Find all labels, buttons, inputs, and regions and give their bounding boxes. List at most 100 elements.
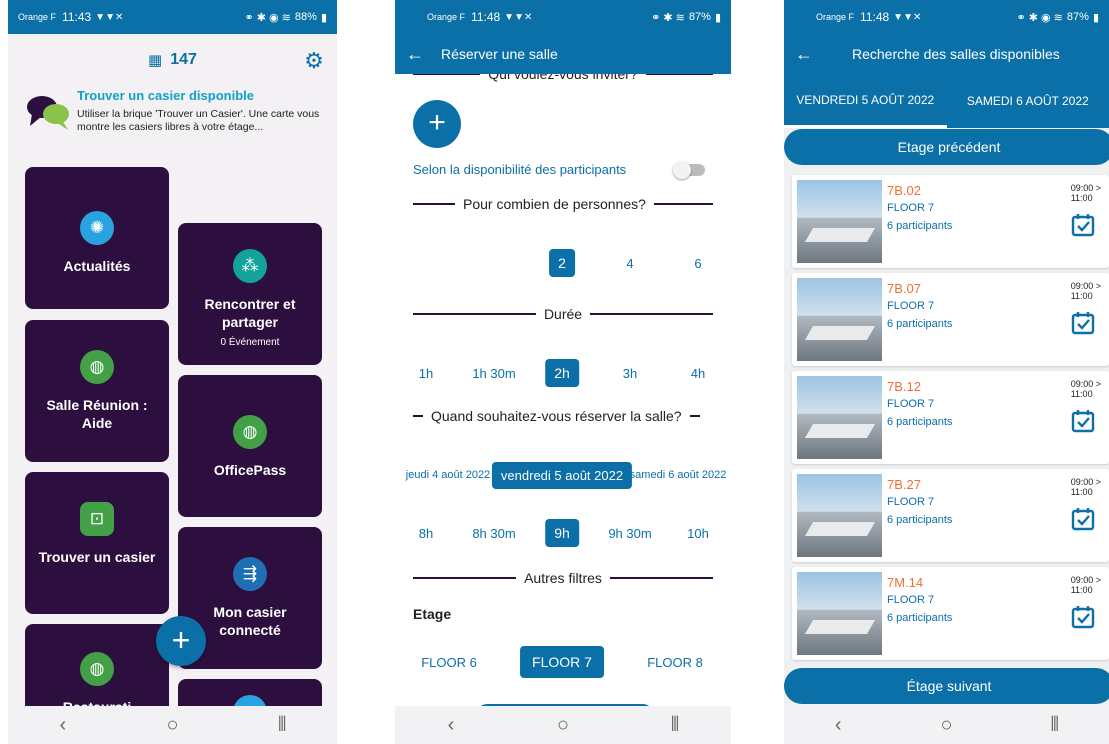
calendar-check-icon[interactable] xyxy=(1071,311,1095,335)
room-photo xyxy=(797,572,882,655)
time-option-9h30[interactable]: 9h 30m xyxy=(599,520,660,547)
tab-samedi[interactable]: SAMEDI 6 AOÛT 2022 xyxy=(947,74,1109,128)
room-floor: FLOOR 7 xyxy=(887,594,935,606)
room-photo xyxy=(797,474,882,557)
room-name: 7M.14 xyxy=(887,575,924,590)
slot-end: 11:00 xyxy=(1070,389,1093,399)
add-fab[interactable]: + xyxy=(156,616,206,666)
add-participant-button[interactable]: + xyxy=(413,100,461,148)
tile-actualites[interactable]: ✺ Actualités xyxy=(25,167,169,309)
back-arrow-icon[interactable]: ← xyxy=(395,44,435,65)
duration-option-2h[interactable]: 2h xyxy=(545,359,579,387)
room-timeslot: 09:00 >11:00 xyxy=(1071,575,1101,595)
system-icons: ⚭ ✱ ≋ 87% ▮ xyxy=(651,11,721,24)
page-title: Recherche des salles disponibles xyxy=(852,46,1060,62)
time-option-9h[interactable]: 9h xyxy=(545,519,579,547)
time-option-8h[interactable]: 8h xyxy=(410,520,442,547)
back-arrow-icon[interactable]: ← xyxy=(784,44,824,65)
status-bar: Orange F 11:48 ▼▼✕ ⚭ ✱ ◉ ≋ 87% ▮ xyxy=(784,0,1109,34)
date-tabs: VENDREDI 5 AOÛT 2022 SAMEDI 6 AOÛT 2022 xyxy=(784,74,1109,128)
calendar-check-icon[interactable] xyxy=(1071,605,1095,629)
nav-back-icon[interactable]: ‹ xyxy=(431,714,471,737)
building-header: ▦ 147 xyxy=(8,42,337,78)
gear-icon[interactable]: ⚙ xyxy=(303,50,325,72)
nav-recents-icon[interactable]: ⦀ xyxy=(1035,714,1075,737)
floor-label: Etage xyxy=(413,606,452,622)
slot-start: 09:00 > xyxy=(1070,575,1101,585)
tile-restauration[interactable]: ◍ Restaurati xyxy=(25,624,169,714)
nav-back-icon[interactable]: ‹ xyxy=(43,714,83,737)
time-selector: 8h 8h 30m 9h 9h 30m 10h xyxy=(395,516,731,550)
tile-label: Actualités xyxy=(63,258,131,274)
news-icon: ✺ xyxy=(80,211,114,245)
room-card[interactable]: 7M.14 FLOOR 7 6 participants 09:00 >11:00 xyxy=(792,567,1109,660)
notification-icons: ▼▼✕ xyxy=(504,11,533,23)
nav-home-icon[interactable]: ○ xyxy=(543,714,583,737)
tab-vendredi[interactable]: VENDREDI 5 AOÛT 2022 xyxy=(784,74,947,128)
nav-recents-icon[interactable]: ⦀ xyxy=(262,714,302,737)
time-option-8h30[interactable]: 8h 30m xyxy=(463,520,524,547)
room-timeslot: 09:00 >11:00 xyxy=(1071,477,1101,497)
status-bar: Orange F 11:43 ▼▼✕ ⚭ ✱ ◉ ≋ 88% ▮ xyxy=(8,0,337,34)
globe-icon: ◍ xyxy=(80,652,114,686)
tile-label: Rencontrer et partager xyxy=(204,296,296,330)
slot-start: 09:00 > xyxy=(1070,183,1101,193)
room-floor: FLOOR 7 xyxy=(887,496,935,508)
battery-level: 87% xyxy=(688,11,711,23)
building-count: 147 xyxy=(170,51,197,68)
room-photo xyxy=(797,376,882,459)
nav-recents-icon[interactable]: ⦀ xyxy=(655,714,695,737)
app-bar: ← Recherche des salles disponibles xyxy=(784,34,1109,74)
room-card[interactable]: 7B.12 FLOOR 7 6 participants 09:00 >11:00 xyxy=(792,371,1109,464)
floor-option-8[interactable]: FLOOR 8 xyxy=(638,649,712,676)
tile-trouver-casier[interactable]: ⊡ Trouver un casier xyxy=(25,472,169,614)
android-nav-bar: ‹ ○ ⦀ xyxy=(395,706,731,744)
nav-back-icon[interactable]: ‹ xyxy=(818,714,858,737)
floor-option-7[interactable]: FLOOR 7 xyxy=(520,646,604,678)
clock: 11:43 xyxy=(62,10,92,24)
slot-end: 11:00 xyxy=(1070,585,1093,595)
floor-option-6[interactable]: FLOOR 6 xyxy=(412,649,486,676)
room-capacity: 6 participants xyxy=(887,220,953,232)
time-option-10h[interactable]: 10h xyxy=(678,520,718,547)
availability-toggle[interactable] xyxy=(673,161,705,179)
room-name: 7B.27 xyxy=(887,477,921,492)
persons-option-2[interactable]: 2 xyxy=(549,249,575,277)
room-photo xyxy=(797,278,882,361)
room-timeslot: 09:00 >11:00 xyxy=(1071,281,1101,301)
battery-icon: ▮ xyxy=(1092,11,1099,24)
persons-heading: Pour combien de personnes? xyxy=(413,196,713,212)
nav-home-icon[interactable]: ○ xyxy=(926,714,966,737)
when-heading: Quand souhaitez-vous réserver la salle? xyxy=(413,408,713,424)
tile-officepass[interactable]: ◍ OfficePass xyxy=(178,375,322,517)
duration-option-4h[interactable]: 4h xyxy=(682,360,714,387)
tip-card[interactable]: Trouver un casier disponible Utiliser la… xyxy=(26,88,327,148)
events-count: 0 Événement xyxy=(220,337,280,348)
persons-option-4[interactable]: 4 xyxy=(617,250,642,277)
previous-floor-button[interactable]: Etage précédent xyxy=(784,129,1109,165)
tile-rencontrer[interactable]: ⁂ Rencontrer et partager 0 Événement xyxy=(178,223,322,365)
tile-salle-reunion[interactable]: ◍ Salle Réunion : Aide xyxy=(25,320,169,462)
date-option-jeudi[interactable]: jeudi 4 août 2022 xyxy=(397,463,499,487)
calendar-check-icon[interactable] xyxy=(1071,507,1095,531)
carrier-label: Orange F xyxy=(427,12,466,22)
date-option-vendredi[interactable]: vendredi 5 août 2022 xyxy=(491,461,633,489)
room-card[interactable]: 7B.02 FLOOR 7 6 participants 09:00 >11:00 xyxy=(792,175,1109,268)
room-capacity: 6 participants xyxy=(887,514,953,526)
duration-option-3h[interactable]: 3h xyxy=(614,360,646,387)
booking-form: Qui voulez-vous inviter? + Selon la disp… xyxy=(395,74,731,706)
room-card[interactable]: 7B.07 FLOOR 7 6 participants 09:00 >11:00 xyxy=(792,273,1109,366)
next-floor-button[interactable]: Étage suivant xyxy=(784,668,1109,704)
duration-option-1h[interactable]: 1h xyxy=(410,360,442,387)
calendar-check-icon[interactable] xyxy=(1071,409,1095,433)
persons-option-6[interactable]: 6 xyxy=(685,250,710,277)
room-name: 7B.07 xyxy=(887,281,921,296)
page-title: Réserver une salle xyxy=(441,46,558,62)
calendar-check-icon[interactable] xyxy=(1071,213,1095,237)
duration-option-1h30[interactable]: 1h 30m xyxy=(463,360,524,387)
room-card[interactable]: 7B.27 FLOOR 7 6 participants 09:00 >11:00 xyxy=(792,469,1109,562)
nav-home-icon[interactable]: ○ xyxy=(152,714,192,737)
room-name: 7B.12 xyxy=(887,379,921,394)
date-option-samedi[interactable]: samedi 6 août 2022 xyxy=(621,463,731,487)
room-floor: FLOOR 7 xyxy=(887,300,935,312)
